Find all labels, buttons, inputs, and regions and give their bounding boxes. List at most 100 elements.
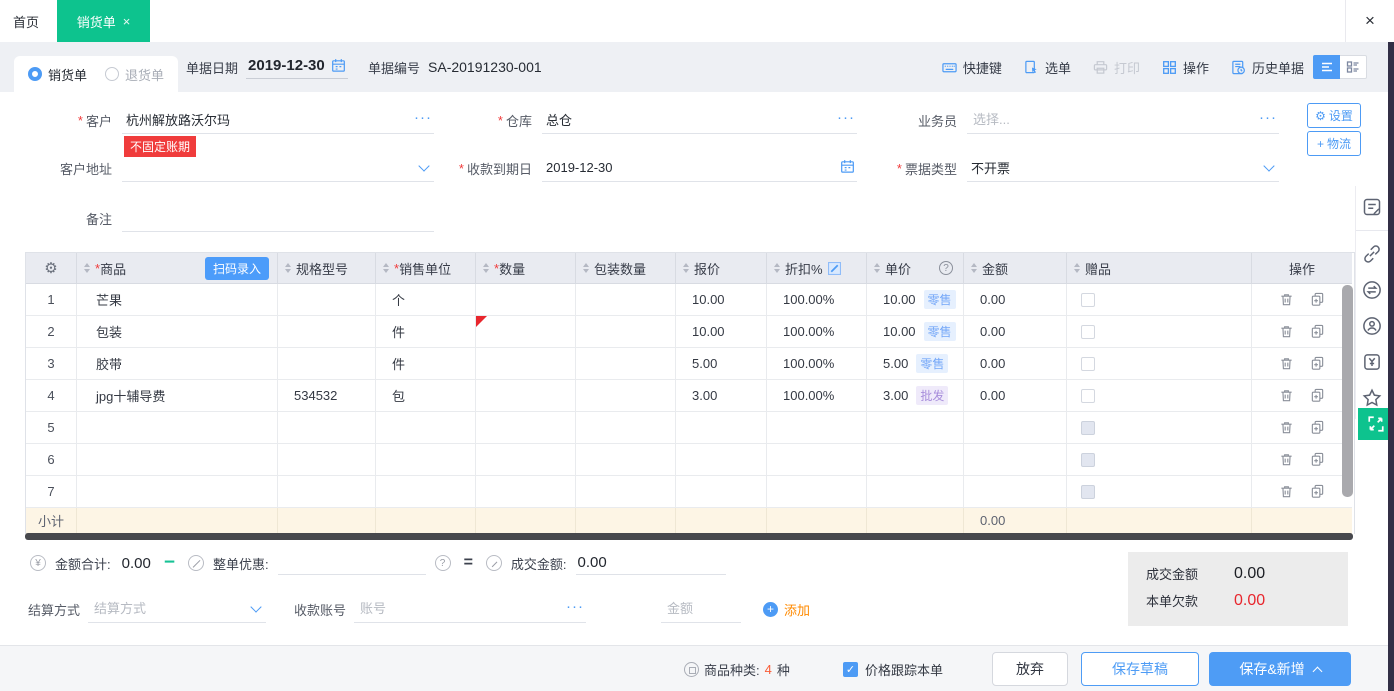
pay-amount-field[interactable] bbox=[661, 595, 741, 623]
unit-cell[interactable]: 包 bbox=[376, 380, 476, 412]
unit-cell[interactable]: 个 bbox=[376, 284, 476, 316]
quote-cell[interactable]: 5.00 bbox=[676, 348, 767, 380]
calendar-icon[interactable] bbox=[840, 159, 855, 174]
save-draft-button[interactable]: 保存草稿 bbox=[1081, 652, 1199, 686]
qty-cell[interactable] bbox=[476, 284, 576, 316]
cancel-button[interactable]: 放弃 bbox=[992, 652, 1068, 686]
sort-icon[interactable] bbox=[1074, 263, 1080, 273]
copy-row-icon[interactable] bbox=[1310, 484, 1325, 499]
spec-cell[interactable] bbox=[278, 476, 376, 508]
account-picker-icon[interactable]: ··· bbox=[566, 599, 584, 614]
warehouse-input[interactable]: 总仓 ··· bbox=[542, 106, 857, 134]
money-icon[interactable] bbox=[1356, 347, 1389, 377]
delete-row-icon[interactable] bbox=[1279, 356, 1294, 371]
copy-row-icon[interactable] bbox=[1310, 388, 1325, 403]
unit-cell[interactable] bbox=[376, 412, 476, 444]
view-card-button[interactable] bbox=[1340, 55, 1367, 79]
operate-button[interactable]: 操作 bbox=[1162, 58, 1209, 77]
spec-cell[interactable]: 534532 bbox=[278, 380, 376, 412]
table-horizontal-scrollbar[interactable] bbox=[25, 533, 1353, 540]
discount-cell[interactable] bbox=[767, 444, 867, 476]
discount-cell[interactable]: 100.00% bbox=[767, 348, 867, 380]
history-docs-button[interactable]: 历史单据 bbox=[1231, 58, 1304, 77]
sort-icon[interactable] bbox=[683, 263, 689, 273]
qty-cell[interactable] bbox=[476, 316, 576, 348]
product-cell[interactable] bbox=[77, 476, 278, 508]
discount-cell[interactable] bbox=[767, 412, 867, 444]
price-track-checkbox-group[interactable]: ✓ 价格跟踪本单 bbox=[843, 646, 943, 691]
unit-cell[interactable]: 件 bbox=[376, 348, 476, 380]
col-header-pack-qty[interactable]: 包装数量 bbox=[576, 253, 676, 284]
settings-button[interactable]: ⚙设置 bbox=[1307, 103, 1361, 128]
unit-cell[interactable] bbox=[376, 444, 476, 476]
qty-cell[interactable] bbox=[476, 348, 576, 380]
due-date-input[interactable]: 2019-12-30 bbox=[542, 154, 857, 182]
quote-cell[interactable]: 3.00 bbox=[676, 380, 767, 412]
table-vertical-scrollbar[interactable] bbox=[1342, 285, 1353, 497]
price-cell[interactable]: 3.00批发 bbox=[867, 380, 964, 412]
delete-row-icon[interactable] bbox=[1279, 388, 1294, 403]
pack-qty-cell[interactable] bbox=[576, 348, 676, 380]
qty-cell[interactable] bbox=[476, 380, 576, 412]
spec-cell[interactable] bbox=[278, 348, 376, 380]
col-header-unit[interactable]: *销售单位 bbox=[376, 253, 476, 284]
copy-row-icon[interactable] bbox=[1310, 324, 1325, 339]
help-icon[interactable]: ? bbox=[939, 261, 953, 275]
gift-checkbox[interactable] bbox=[1081, 357, 1095, 371]
qty-cell[interactable] bbox=[476, 444, 576, 476]
product-cell[interactable] bbox=[77, 444, 278, 476]
tab-sales-order[interactable]: 销货单 × bbox=[57, 0, 150, 42]
sort-icon[interactable] bbox=[874, 263, 880, 273]
price-cell[interactable] bbox=[867, 412, 964, 444]
sort-icon[interactable] bbox=[285, 263, 291, 273]
col-header-amount[interactable]: 金额 bbox=[964, 253, 1067, 284]
product-cell[interactable] bbox=[77, 412, 278, 444]
customer-input[interactable]: 杭州解放路沃尔玛 ··· bbox=[122, 106, 434, 134]
shortcut-keys-button[interactable]: 快捷键 bbox=[942, 58, 1002, 77]
add-payment-button[interactable]: + 添加 bbox=[763, 600, 810, 619]
salesman-picker-icon[interactable]: ··· bbox=[1259, 110, 1277, 125]
address-input[interactable] bbox=[126, 159, 430, 176]
sort-icon[interactable] bbox=[583, 263, 589, 273]
sort-icon[interactable] bbox=[774, 263, 780, 273]
discount-cell[interactable]: 100.00% bbox=[767, 284, 867, 316]
view-list-button[interactable] bbox=[1313, 55, 1340, 79]
sort-icon[interactable] bbox=[84, 263, 90, 273]
help-icon[interactable]: ? bbox=[435, 555, 451, 571]
gift-checkbox[interactable] bbox=[1081, 453, 1095, 467]
col-header-price[interactable]: 单价? bbox=[867, 253, 964, 284]
salesman-input[interactable] bbox=[971, 111, 1275, 128]
price-cell[interactable] bbox=[867, 444, 964, 476]
gift-checkbox[interactable] bbox=[1081, 421, 1095, 435]
invoice-type-select[interactable]: 不开票 bbox=[967, 154, 1279, 182]
qty-cell[interactable] bbox=[476, 412, 576, 444]
col-header-quote[interactable]: 报价 bbox=[676, 253, 767, 284]
radio-sales-order[interactable]: 销货单 bbox=[28, 65, 87, 84]
settle-method-input[interactable] bbox=[92, 600, 262, 617]
pack-qty-cell[interactable] bbox=[576, 444, 676, 476]
discount-cell[interactable]: 100.00% bbox=[767, 380, 867, 412]
unit-cell[interactable]: 件 bbox=[376, 316, 476, 348]
gift-checkbox[interactable] bbox=[1081, 485, 1095, 499]
delete-row-icon[interactable] bbox=[1279, 324, 1294, 339]
pack-qty-cell[interactable] bbox=[576, 316, 676, 348]
calendar-icon[interactable] bbox=[331, 58, 346, 73]
print-button[interactable]: 打印 bbox=[1093, 58, 1140, 77]
window-close-button[interactable]: × bbox=[1345, 0, 1394, 42]
gift-checkbox[interactable] bbox=[1081, 325, 1095, 339]
discount-cell[interactable] bbox=[767, 476, 867, 508]
qty-cell[interactable] bbox=[476, 476, 576, 508]
unit-cell[interactable] bbox=[376, 476, 476, 508]
col-header-qty[interactable]: *数量 bbox=[476, 253, 576, 284]
tab-close-icon[interactable]: × bbox=[123, 14, 131, 29]
spec-cell[interactable] bbox=[278, 412, 376, 444]
remark-input[interactable] bbox=[126, 209, 430, 226]
pack-qty-cell[interactable] bbox=[576, 284, 676, 316]
settle-method-select[interactable] bbox=[88, 595, 266, 623]
col-header-product[interactable]: *商品扫码录入 bbox=[77, 253, 278, 284]
receive-account-field[interactable]: ··· bbox=[354, 595, 586, 623]
delete-row-icon[interactable] bbox=[1279, 452, 1294, 467]
price-cell[interactable] bbox=[867, 476, 964, 508]
col-header-spec[interactable]: 规格型号 bbox=[278, 253, 376, 284]
radio-return-order[interactable]: 退货单 bbox=[105, 65, 164, 84]
